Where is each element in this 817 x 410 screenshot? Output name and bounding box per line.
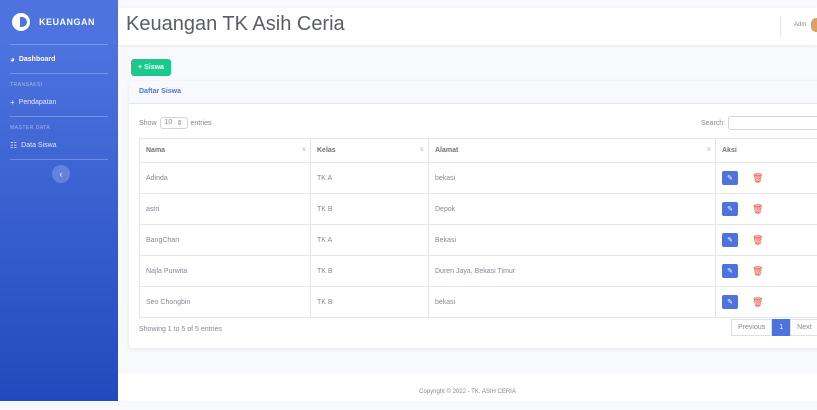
add-siswa-label: Siswa: [144, 64, 164, 71]
table-row: Seo Chongbin TK B bekasi ✎🗑: [140, 287, 817, 318]
edit-button[interactable]: ✎: [722, 202, 738, 216]
edit-icon: ✎: [727, 205, 733, 213]
page-title: Keuangan TK Asih Ceria: [126, 13, 345, 36]
chevron-up-down-icon: ⇕: [177, 119, 183, 127]
sidebar-brand[interactable]: KEUANGAN: [0, 0, 118, 44]
column-header-nama[interactable]: Nama⇅: [140, 139, 311, 163]
cell-kelas: TK B: [311, 194, 429, 225]
pagination-next[interactable]: Next: [790, 319, 817, 336]
table-info: Showing 1 to 5 of 5 entries: [139, 326, 222, 333]
cell-alamat: Depok: [429, 194, 716, 225]
delete-icon[interactable]: 🗑: [752, 204, 763, 215]
sort-icon: ⇅: [302, 147, 306, 153]
table-row: Adinda TK A bekasi ✎🗑: [140, 163, 817, 194]
table-header-row: Nama⇅ Kelas⇅ Alamat⇅ Aksi⇅: [140, 139, 817, 163]
delete-icon[interactable]: 🗑: [752, 173, 763, 184]
sidebar: KEUANGAN ◕ Dashboard TRANSAKSI + Pendapa…: [0, 0, 118, 401]
cell-kelas: TK A: [311, 163, 429, 194]
users-icon: ☷: [10, 141, 17, 150]
table-row: BangChan TK A Bekasi ✎🗑: [140, 225, 817, 256]
edit-button[interactable]: ✎: [722, 233, 738, 247]
table-row: astri TK B Depok ✎🗑: [140, 194, 817, 225]
cell-nama: astri: [140, 194, 311, 225]
edit-button[interactable]: ✎: [722, 295, 738, 309]
sidebar-divider: [10, 159, 108, 160]
cell-kelas: TK B: [311, 287, 429, 318]
cell-nama: BangChan: [140, 225, 311, 256]
table-row: Najla Purwita TK B Duren Jaya, Bekasi Ti…: [140, 256, 817, 287]
pagination: Previous 1 Next: [731, 319, 817, 336]
copyright-text: Copyright © 2022 - TK. ASIH CERIA: [419, 389, 516, 395]
sidebar-toggle-button[interactable]: ‹: [52, 165, 70, 183]
entries-control: Show 10 ⇕ entries: [139, 117, 212, 129]
plus-icon: +: [138, 64, 142, 71]
show-label: Show: [139, 120, 157, 127]
pagination-previous[interactable]: Previous: [731, 319, 772, 336]
cell-alamat: Bekasi: [429, 225, 716, 256]
chevron-left-icon: ‹: [60, 169, 63, 179]
delete-icon[interactable]: 🗑: [752, 297, 763, 308]
search-control: Search:: [701, 116, 817, 130]
pagination-page-1[interactable]: 1: [772, 319, 790, 336]
sidebar-item-data-siswa[interactable]: ☷ Data Siswa: [0, 131, 118, 159]
cell-nama: Seo Chongbin: [140, 287, 311, 318]
cell-kelas: TK B: [311, 256, 429, 287]
edit-button[interactable]: ✎: [722, 264, 738, 278]
edit-icon: ✎: [727, 174, 733, 182]
edit-icon: ✎: [727, 298, 733, 306]
column-header-alamat[interactable]: Alamat⇅: [429, 139, 716, 163]
brand-logo-icon: [12, 13, 30, 31]
card-title: Daftar Siswa: [129, 81, 817, 104]
sidebar-item-label: Dashboard: [19, 56, 56, 63]
sidebar-heading-transaksi: TRANSAKSI: [0, 74, 118, 88]
cell-aksi: ✎🗑: [716, 163, 817, 194]
entries-label: entries: [191, 120, 212, 127]
sidebar-heading-master-data: MASTER DATA: [0, 117, 118, 131]
sidebar-item-label: Data Siswa: [21, 142, 56, 149]
edit-button[interactable]: ✎: [722, 171, 738, 185]
cell-alamat: Duren Jaya, Bekasi Timur: [429, 256, 716, 287]
dashboard-icon: ◕: [10, 55, 15, 64]
sort-icon: ⇅: [420, 147, 424, 153]
search-input[interactable]: [728, 116, 817, 130]
delete-icon[interactable]: 🗑: [752, 266, 763, 277]
user-name[interactable]: Adm: [794, 22, 806, 28]
sidebar-item-label: Pendapatan: [19, 99, 57, 106]
student-table: Nama⇅ Kelas⇅ Alamat⇅ Aksi⇅ Adinda TK A b…: [139, 138, 817, 318]
plus-icon: +: [10, 98, 15, 107]
cell-nama: Adinda: [140, 163, 311, 194]
cell-aksi: ✎🗑: [716, 225, 817, 256]
topbar: Keuangan TK Asih Ceria Adm: [118, 8, 817, 45]
entries-select[interactable]: 10 ⇕: [160, 117, 188, 129]
cell-nama: Najla Purwita: [140, 256, 311, 287]
cell-aksi: ✎🗑: [716, 194, 817, 225]
cell-alamat: bekasi: [429, 287, 716, 318]
sort-icon: ⇅: [707, 147, 711, 153]
topbar-divider: [780, 16, 781, 37]
column-header-aksi[interactable]: Aksi⇅: [716, 139, 817, 163]
edit-icon: ✎: [727, 236, 733, 244]
delete-icon[interactable]: 🗑: [752, 235, 763, 246]
brand-name: KEUANGAN: [39, 17, 95, 27]
sidebar-item-dashboard[interactable]: ◕ Dashboard: [0, 45, 118, 73]
avatar[interactable]: [811, 18, 817, 32]
footer: Copyright © 2022 - TK. ASIH CERIA: [118, 374, 817, 401]
edit-icon: ✎: [727, 267, 733, 275]
cell-aksi: ✎🗑: [716, 287, 817, 318]
add-siswa-button[interactable]: + Siswa: [131, 59, 171, 76]
cell-aksi: ✎🗑: [716, 256, 817, 287]
entries-value: 10: [165, 119, 173, 127]
cell-kelas: TK A: [311, 225, 429, 256]
sidebar-item-pendapatan[interactable]: + Pendapatan: [0, 88, 118, 116]
student-list-card: Daftar Siswa Show 10 ⇕ entries Search: N…: [129, 81, 817, 348]
cell-alamat: bekasi: [429, 163, 716, 194]
search-label: Search:: [701, 120, 725, 127]
column-header-kelas[interactable]: Kelas⇅: [311, 139, 429, 163]
